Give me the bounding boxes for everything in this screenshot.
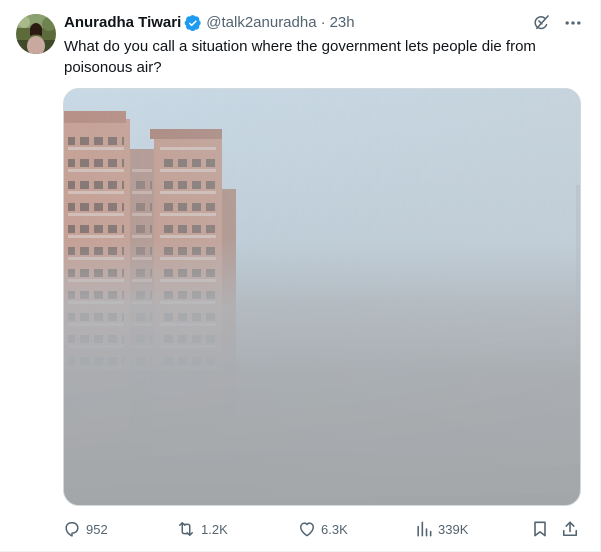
header-actions: [531, 12, 583, 34]
separator-dot: ·: [320, 14, 326, 31]
like-button[interactable]: 6.3K: [297, 517, 348, 541]
avatar[interactable]: [16, 14, 56, 54]
tweet[interactable]: Anuradha Tiwari @talk2anuradha · 23h Wha…: [0, 0, 601, 552]
retweet-count: 1.2K: [201, 521, 228, 537]
verified-badge-icon[interactable]: [184, 14, 202, 32]
reply-count: 952: [86, 521, 108, 537]
views-chart-icon: [417, 521, 432, 537]
tweet-text: What do you call a situation where the g…: [64, 38, 536, 76]
more-icon[interactable]: [563, 12, 583, 34]
reply-icon: [65, 522, 79, 537]
bookmark-icon: [534, 521, 546, 537]
heart-icon: [300, 522, 314, 537]
author-name[interactable]: Anuradha Tiwari: [64, 13, 181, 33]
reply-button[interactable]: 952: [62, 517, 108, 541]
grok-icon[interactable]: [531, 12, 551, 34]
timestamp[interactable]: 23h: [330, 13, 355, 33]
like-count: 6.3K: [321, 521, 348, 537]
author-handle[interactable]: @talk2anuradha: [206, 13, 316, 33]
tweet-actions: 952 1.2K 6.3K 339K: [62, 517, 582, 541]
share-icon: [562, 521, 578, 537]
retweet-icon: [179, 522, 193, 536]
tweet-image[interactable]: [63, 88, 581, 506]
bookmark-button[interactable]: [530, 517, 550, 541]
retweet-button[interactable]: 1.2K: [175, 517, 228, 541]
views-button[interactable]: 339K: [414, 517, 468, 541]
view-count: 339K: [438, 521, 469, 537]
share-button[interactable]: [560, 517, 580, 541]
tweet-header: Anuradha Tiwari @talk2anuradha · 23h: [64, 13, 355, 33]
